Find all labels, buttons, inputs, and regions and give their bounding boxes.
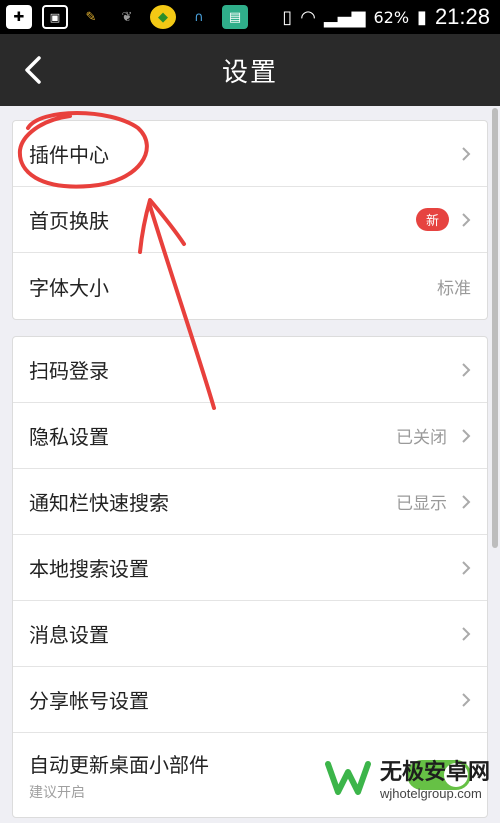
row-label: 本地搜索设置 — [29, 557, 149, 581]
chevron-right-icon — [462, 212, 471, 227]
chevron-right-icon — [462, 428, 471, 443]
watermark-url: wjhotelgroup.com — [379, 786, 482, 801]
chevron-right-icon — [462, 692, 471, 707]
row-label: 隐私设置 — [29, 425, 109, 449]
chevron-right-icon — [462, 494, 471, 509]
battery-percent: 62% — [373, 7, 410, 27]
green-app-icon: ◆ — [150, 5, 176, 29]
row-label: 通知栏快速搜索 — [29, 491, 169, 515]
row-label: 扫码登录 — [29, 359, 109, 383]
back-button[interactable] — [18, 52, 48, 88]
chevron-right-icon — [462, 146, 471, 161]
book-app-icon: ▤ — [222, 5, 248, 29]
row-plugin-center[interactable]: 插件中心 — [13, 121, 487, 187]
settings-group-general: 扫码登录 隐私设置 已关闭 通知栏快速搜索 已显示 本地搜索设置 消息设置 分享… — [12, 336, 488, 818]
new-badge: 新 — [415, 208, 449, 231]
settings-group-display: 插件中心 首页换肤 新 字体大小 标准 — [12, 120, 488, 320]
row-value: 已显示 — [396, 494, 447, 514]
row-label: 字体大小 — [29, 275, 109, 300]
sim-app-icon: ▣ — [42, 5, 68, 29]
clock: 21:28 — [434, 4, 490, 29]
watermark-title: 无极安卓网 — [379, 760, 490, 785]
wifi-icon: ◠ — [300, 6, 316, 28]
row-label: 插件中心 — [29, 143, 109, 167]
leaf-icon: ❦ — [121, 9, 133, 25]
chevron-right-icon — [462, 560, 471, 575]
row-message-settings[interactable]: 消息设置 — [13, 601, 487, 667]
row-notification-search[interactable]: 通知栏快速搜索 已显示 — [13, 469, 487, 535]
scrollbar[interactable] — [492, 108, 498, 548]
chevron-left-icon — [25, 56, 41, 84]
battery-icon: ▮ — [417, 6, 427, 28]
row-privacy[interactable]: 隐私设置 已关闭 — [13, 403, 487, 469]
row-label: 消息设置 — [29, 623, 109, 647]
vibrate-icon: ▯ — [282, 6, 293, 28]
row-home-skin[interactable]: 首页换肤 新 — [13, 187, 487, 253]
row-value: 已关闭 — [396, 428, 447, 448]
chevron-right-icon — [462, 362, 471, 377]
signal-icon: ▂▄▆ — [323, 6, 366, 28]
chevron-right-icon — [462, 626, 471, 641]
row-label: 首页换肤 — [29, 209, 109, 233]
status-bar: ✚ ▣ ✎ ❦ ◆ ∩ ▤ ▯ ◠ ▂▄▆ 62% ▮ 21:28 — [0, 0, 500, 34]
title-bar: 设置 — [0, 34, 500, 106]
watermark-logo-icon — [324, 760, 371, 795]
row-font-size[interactable]: 字体大小 标准 — [13, 253, 487, 319]
plus-app-icon: ✚ — [6, 5, 32, 29]
watermark: 无极安卓网 wjhotelgroup.com — [324, 754, 490, 801]
row-share-account[interactable]: 分享帐号设置 — [13, 667, 487, 733]
row-value: 标准 — [437, 278, 471, 299]
headset-icon: ∩ — [194, 9, 204, 25]
row-scan-login[interactable]: 扫码登录 — [13, 337, 487, 403]
page-title: 设置 — [221, 57, 278, 88]
broom-icon: ✎ — [85, 9, 97, 25]
row-local-search[interactable]: 本地搜索设置 — [13, 535, 487, 601]
row-label: 分享帐号设置 — [29, 689, 149, 713]
